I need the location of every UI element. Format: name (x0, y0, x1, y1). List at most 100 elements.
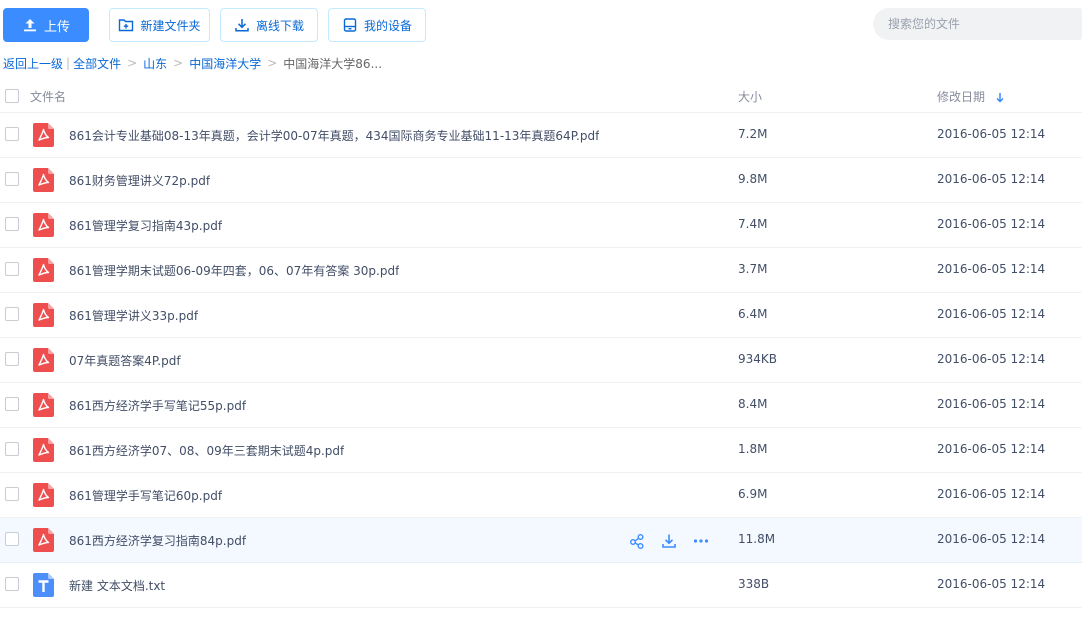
offline-download-button[interactable]: 离线下载 (220, 8, 318, 42)
select-all-checkbox[interactable] (5, 89, 19, 103)
row-checkbox[interactable] (5, 262, 19, 276)
file-size: 6.9M (738, 487, 768, 501)
file-name[interactable]: 861管理学讲义33p.pdf (69, 307, 198, 324)
new-folder-icon (119, 19, 134, 32)
table-row[interactable]: 07年真题答案4P.pdf 934KB 2016-06-05 12:14 (0, 338, 1082, 383)
breadcrumb: 返回上一级 | 全部文件 > 山东 > 中国海洋大学 > 中国海洋大学86... (3, 54, 382, 72)
row-checkbox[interactable] (5, 172, 19, 186)
file-name[interactable]: 861西方经济学07、08、09年三套期末试题4p.pdf (69, 442, 344, 459)
file-name[interactable]: 861管理学复习指南43p.pdf (69, 217, 222, 234)
file-name[interactable]: 07年真题答案4P.pdf (69, 352, 181, 369)
file-modified-date: 2016-06-05 12:14 (937, 262, 1046, 276)
pdf-file-icon (33, 123, 54, 147)
file-name[interactable]: 新建 文本文档.txt (69, 577, 165, 594)
breadcrumb-separator: > (173, 56, 184, 70)
download-icon (235, 19, 249, 32)
row-checkbox[interactable] (5, 442, 19, 456)
file-size: 1.8M (738, 442, 768, 456)
row-checkbox[interactable] (5, 307, 19, 321)
download-icon[interactable] (660, 532, 678, 550)
breadcrumb-all-files[interactable]: 全部文件 (73, 55, 121, 72)
file-name[interactable]: 861财务管理讲义72p.pdf (69, 172, 210, 189)
row-actions (628, 531, 724, 551)
column-header-modified-label: 修改日期 (937, 90, 986, 104)
breadcrumb-current: 中国海洋大学86... (283, 56, 383, 71)
table-row[interactable]: 861会计专业基础08-13年真题，会计学00-07年真题，434国际商务专业基… (0, 113, 1082, 158)
breadcrumb-divider: | (66, 56, 71, 70)
file-size: 338B (738, 577, 770, 591)
file-name[interactable]: 861会计专业基础08-13年真题，会计学00-07年真题，434国际商务专业基… (69, 127, 599, 144)
file-name[interactable]: 861管理学期末试题06-09年四套，06、07年有答案 30p.pdf (69, 262, 399, 279)
table-row[interactable]: 861管理学讲义33p.pdf 6.4M 2016-06-05 12:14 (0, 293, 1082, 338)
search-input[interactable] (888, 17, 1068, 31)
row-checkbox[interactable] (5, 487, 19, 501)
search-box (873, 8, 1082, 40)
my-devices-label: 我的设备 (363, 18, 412, 33)
pdf-file-icon (33, 258, 54, 282)
new-folder-button[interactable]: 新建文件夹 (109, 8, 210, 42)
breadcrumb-item-shandong[interactable]: 山东 (143, 55, 167, 72)
file-size: 9.8M (738, 172, 768, 186)
txt-file-icon (33, 573, 54, 597)
pdf-file-icon (33, 528, 54, 552)
row-checkbox[interactable] (5, 217, 19, 231)
row-checkbox[interactable] (5, 127, 19, 141)
column-header-modified[interactable]: 修改日期 (937, 88, 1005, 105)
column-header-size[interactable]: 大小 (738, 88, 762, 105)
device-icon (343, 18, 357, 32)
row-checkbox[interactable] (5, 577, 19, 591)
table-row[interactable]: 861管理学期末试题06-09年四套，06、07年有答案 30p.pdf 3.7… (0, 248, 1082, 293)
file-size: 3.7M (738, 262, 768, 276)
table-row[interactable]: 861管理学手写笔记60p.pdf 6.9M 2016-06-05 12:14 (0, 473, 1082, 518)
file-modified-date: 2016-06-05 12:14 (937, 127, 1046, 141)
table-row[interactable]: 861西方经济学手写笔记55p.pdf 8.4M 2016-06-05 12:1… (0, 383, 1082, 428)
file-name[interactable]: 861西方经济学复习指南84p.pdf (69, 532, 246, 549)
pdf-file-icon (33, 438, 54, 462)
file-modified-date: 2016-06-05 12:14 (937, 172, 1046, 186)
file-modified-date: 2016-06-05 12:14 (937, 487, 1046, 501)
share-icon[interactable] (628, 532, 646, 550)
pdf-file-icon (33, 348, 54, 372)
file-modified-date: 2016-06-05 12:14 (937, 307, 1046, 321)
table-header: 文件名 大小 修改日期 (0, 78, 1082, 113)
table-row[interactable]: 861西方经济学07、08、09年三套期末试题4p.pdf 1.8M 2016-… (0, 428, 1082, 473)
offline-download-label: 离线下载 (255, 18, 304, 33)
file-size: 7.4M (738, 217, 768, 231)
file-modified-date: 2016-06-05 12:14 (937, 397, 1046, 411)
table-row[interactable]: 861财务管理讲义72p.pdf 9.8M 2016-06-05 12:14 (0, 158, 1082, 203)
file-list: 861会计专业基础08-13年真题，会计学00-07年真题，434国际商务专业基… (0, 113, 1082, 608)
upload-button[interactable]: 上传 (3, 8, 89, 42)
breadcrumb-item-ocean-university[interactable]: 中国海洋大学 (189, 55, 261, 72)
more-icon[interactable] (692, 532, 710, 550)
new-folder-label: 新建文件夹 (140, 18, 201, 33)
file-modified-date: 2016-06-05 12:14 (937, 532, 1046, 546)
row-checkbox[interactable] (5, 532, 19, 546)
pdf-file-icon (33, 393, 54, 417)
table-row[interactable]: 861西方经济学复习指南84p.pdf 11.8M 2016-06-05 12:… (0, 518, 1082, 563)
file-name[interactable]: 861管理学手写笔记60p.pdf (69, 487, 222, 504)
pdf-file-icon (33, 168, 54, 192)
file-size: 8.4M (738, 397, 768, 411)
pdf-file-icon (33, 213, 54, 237)
pdf-file-icon (33, 303, 54, 327)
upload-label: 上传 (43, 19, 70, 35)
upload-icon (23, 19, 36, 32)
file-modified-date: 2016-06-05 12:14 (937, 442, 1046, 456)
toolbar: 上传 新建文件夹 离线下载 我的设备 (0, 0, 1082, 50)
table-row[interactable]: 861管理学复习指南43p.pdf 7.4M 2016-06-05 12:14 (0, 203, 1082, 248)
row-checkbox[interactable] (5, 352, 19, 366)
sort-down-icon[interactable] (995, 92, 1005, 104)
file-size: 6.4M (738, 307, 768, 321)
table-row[interactable]: 新建 文本文档.txt 338B 2016-06-05 12:14 (0, 563, 1082, 608)
pdf-file-icon (33, 483, 54, 507)
file-size: 7.2M (738, 127, 768, 141)
breadcrumb-separator: > (127, 56, 138, 70)
breadcrumb-separator: > (267, 56, 278, 70)
file-modified-date: 2016-06-05 12:14 (937, 352, 1046, 366)
column-header-name[interactable]: 文件名 (30, 88, 66, 105)
file-size: 11.8M (738, 532, 776, 546)
my-devices-button[interactable]: 我的设备 (328, 8, 426, 42)
row-checkbox[interactable] (5, 397, 19, 411)
file-name[interactable]: 861西方经济学手写笔记55p.pdf (69, 397, 246, 414)
back-link[interactable]: 返回上一级 (3, 55, 63, 72)
